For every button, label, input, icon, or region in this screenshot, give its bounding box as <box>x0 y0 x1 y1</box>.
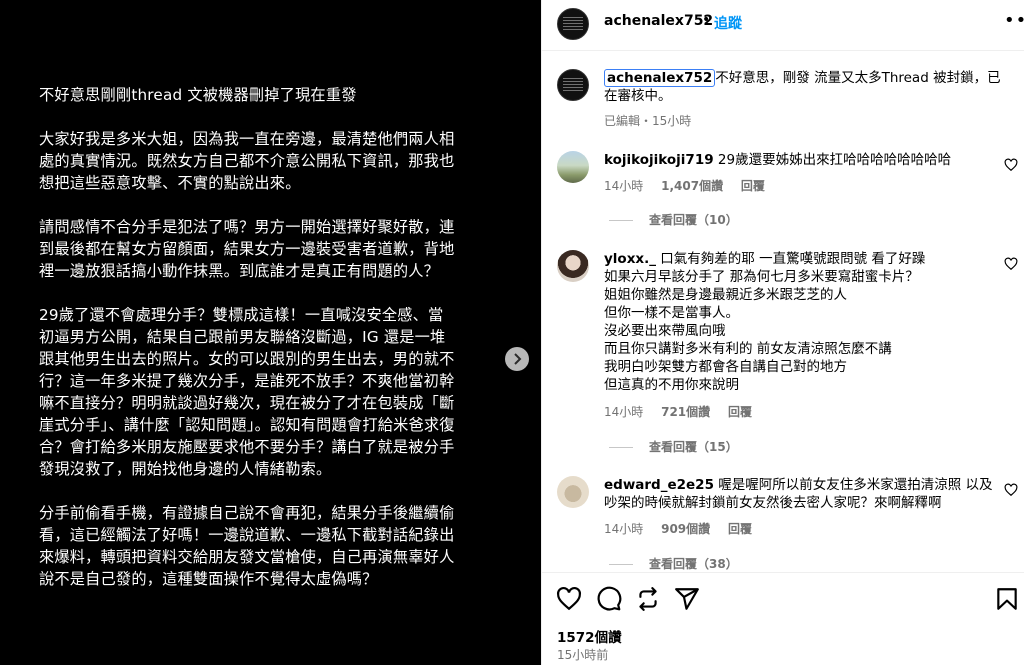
commenter-avatar[interactable] <box>557 250 589 282</box>
view-replies-label: 查看回覆（38） <box>649 557 738 571</box>
reply-button[interactable]: 回覆 <box>741 179 765 193</box>
next-image-button[interactable] <box>505 347 529 371</box>
comments-section[interactable]: achenalex752 不好意思，剛發 流量又太多Thread 被封鎖，已在審核… <box>542 51 1024 571</box>
comment-likes[interactable]: 721個讚 <box>661 405 710 419</box>
post-paragraph: 大家好我是多米大姐，因為我一直在旁邊，最清楚他們兩人相處的真實情況。既然女方自己… <box>39 130 455 192</box>
view-replies-label: 查看回覆（15） <box>649 440 738 454</box>
post-time: 15小時前 <box>557 648 609 662</box>
post-image: 不好意思剛剛thread 文被機器刪掉了現在重發 大家好我是多米大姐，因為我一直… <box>0 0 541 665</box>
chevron-right-icon <box>514 353 522 365</box>
action-bar: 1572個讚 15小時前 <box>542 572 1024 666</box>
comment-meta: 14小時 909個讚 回覆 <box>604 520 752 537</box>
view-replies-button[interactable]: 查看回覆（38） <box>609 555 738 571</box>
comment-text: 但你一樣不是當事人。 <box>604 305 739 321</box>
caption: achenalex752 不好意思，剛發 流量又太多Thread 被封鎖，已在審核… <box>604 69 1004 105</box>
divider-line <box>609 220 633 221</box>
view-replies-button[interactable]: 查看回覆（10） <box>609 211 738 228</box>
comment-time: 14小時 <box>604 405 644 419</box>
post-paragraph: 分手前偷看手機，有證據自己說不會再犯，結果分手後繼續偷看，這已經觸法了好嗎！一邊… <box>39 504 455 588</box>
comment: kojikojikoji719 29歲還要姊姊出來扛哈哈哈哈哈哈哈哈 <box>604 151 999 169</box>
divider-line <box>609 447 633 448</box>
heart-icon[interactable] <box>1004 257 1018 271</box>
post-paragraph: 不好意思剛剛thread 文被機器刪掉了現在重發 <box>39 86 357 104</box>
comment-username[interactable]: yloxx._ <box>604 251 656 267</box>
post-paragraph: 請問感情不合分手是犯法了嗎？男方一開始選擇好聚好散，連到最後都在幫女方留顏面，結… <box>39 218 455 280</box>
comment-username[interactable]: edward_e2e25 <box>604 477 714 493</box>
author-username[interactable]: achenalex752 <box>604 13 713 29</box>
commenter-avatar[interactable] <box>557 151 589 183</box>
caption-avatar[interactable] <box>557 69 589 101</box>
share-icon[interactable] <box>674 586 700 612</box>
comment-text: 沒必要出來帶風向哦 <box>604 323 726 339</box>
comment-icon[interactable] <box>596 586 622 612</box>
post-paragraph: 29歲了還不會處理分手？雙標成這樣！一直喊沒安全感、當初逼男方公開，結果自己跟前… <box>39 306 455 478</box>
comment-meta: 14小時 721個讚 回覆 <box>604 403 752 420</box>
post-likes[interactable]: 1572個讚 <box>557 626 622 646</box>
post-image-text: 不好意思剛剛thread 文被機器刪掉了現在重發 大家好我是多米大姐，因為我一直… <box>39 84 457 612</box>
comment-text: 如果六月早該分手了 那為何七月多米要寫甜蜜卡片？ <box>604 269 919 285</box>
view-replies-label: 查看回覆（10） <box>649 213 738 227</box>
save-icon[interactable] <box>994 586 1020 612</box>
comment-text: 而且你只講對多米有利的 前女友清涼照怎麼不講 <box>604 341 892 357</box>
author-avatar[interactable] <box>557 8 589 40</box>
comment: edward_e2e25 喔是喔阿所以前女友住多米家還拍清涼照 以及 吵架的時候… <box>604 476 999 512</box>
comment-text: 我明白吵架雙方都會各自講自己對的地方 <box>604 359 847 375</box>
more-horizontal-icon[interactable]: ••• <box>1004 10 1024 31</box>
heart-icon[interactable] <box>1004 483 1018 497</box>
caption-edited: 已編輯・15小時 <box>604 114 692 128</box>
comment-username[interactable]: kojikojikoji719 <box>604 152 714 168</box>
heart-icon[interactable] <box>1004 158 1018 172</box>
heart-icon[interactable] <box>556 586 582 612</box>
comment-text: 吵架的時候就解封鎖前女友然後去密人家呢？來啊解釋啊 <box>604 495 942 511</box>
post-side-panel: achenalex752 • 追蹤 ••• achenalex752不好意思，剛… <box>541 0 1024 665</box>
comment-time: 14小時 <box>604 522 644 536</box>
separator-dot: • <box>702 12 711 28</box>
commenter-avatar[interactable] <box>557 476 589 508</box>
comment-text: 喔是喔阿所以前女友住多米家還拍清涼照 以及 <box>718 477 993 493</box>
comment-meta: 14小時 1,407個讚 回覆 <box>604 177 765 194</box>
comment-time: 14小時 <box>604 179 644 193</box>
reply-button[interactable]: 回覆 <box>728 405 752 419</box>
post-header: achenalex752 • 追蹤 ••• <box>542 0 1024 51</box>
reply-button[interactable]: 回覆 <box>728 522 752 536</box>
repost-icon[interactable] <box>635 586 661 612</box>
comment: yloxx._ 口氣有夠差的耶 一直驚嘆號跟問號 看了好躁 如果六月早該分手了 … <box>604 250 999 394</box>
comment-likes[interactable]: 1,407個讚 <box>661 179 723 193</box>
comment-text: 口氣有夠差的耶 一直驚嘆號跟問號 看了好躁 <box>660 251 926 267</box>
comment-text: 但這真的不用你來說明 <box>604 377 739 393</box>
comment-text: 29歲還要姊姊出來扛哈哈哈哈哈哈哈哈 <box>717 152 952 168</box>
divider-line <box>609 564 633 565</box>
view-replies-button[interactable]: 查看回覆（15） <box>609 438 738 455</box>
comment-text: 姐姐你雖然是身邊最親近多米跟芝芝的人 <box>604 287 847 303</box>
comment-likes[interactable]: 909個讚 <box>661 522 710 536</box>
follow-button[interactable]: 追蹤 <box>714 13 742 33</box>
caption-username[interactable]: achenalex752 <box>604 69 716 87</box>
